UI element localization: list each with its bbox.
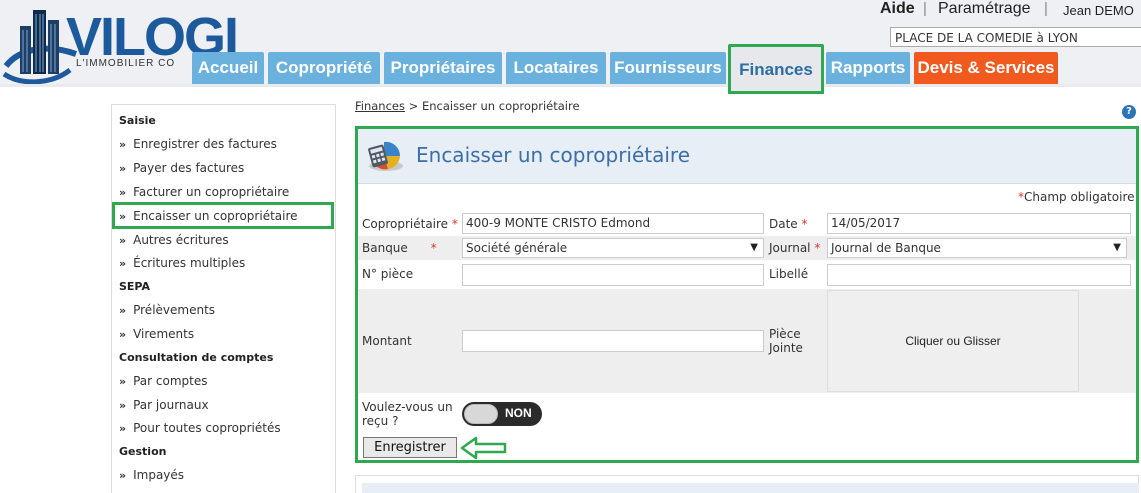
sidebar-section-saisie: Saisie	[119, 114, 156, 127]
sidebar-section-gestion: Gestion	[119, 445, 167, 458]
sidebar-item-encaisser-coproprietaire[interactable]: » Encaisser un copropriétaire	[119, 209, 298, 223]
toplink-separator: |	[1044, 0, 1048, 17]
tab-fournisseurs[interactable]: Fournisseurs	[610, 52, 726, 84]
chevron-right-icon: »	[119, 162, 127, 175]
breadcrumb-link-finances[interactable]: Finances	[355, 99, 405, 113]
sidebar-item-payer-factures[interactable]: » Payer des factures	[119, 161, 244, 175]
secondary-panel-header	[362, 483, 1139, 493]
sidebar-item-enregistrer-factures[interactable]: » Enregistrer des factures	[119, 137, 277, 151]
chevron-right-icon: »	[119, 210, 127, 223]
chevron-right-icon: »	[119, 234, 127, 247]
sidebar-item-autres-ecritures[interactable]: » Autres écritures	[119, 233, 229, 247]
help-link[interactable]: Aide	[880, 0, 915, 18]
sidebar-item-prelevements[interactable]: » Prélèvements	[119, 303, 215, 317]
sidebar-section-sepa: SEPA	[119, 280, 151, 293]
chevron-right-icon: »	[119, 375, 127, 388]
tab-rapports[interactable]: Rapports	[826, 52, 910, 84]
tab-copropriete[interactable]: Copropriété	[268, 52, 380, 84]
chevron-right-icon: »	[119, 399, 127, 412]
sidebar-section-consultation: Consultation de comptes	[119, 351, 274, 364]
chevron-right-icon: »	[119, 186, 127, 199]
sidebar-item-par-journaux[interactable]: » Par journaux	[119, 398, 209, 412]
header-divider	[0, 84, 1141, 87]
sidebar-item-par-comptes[interactable]: » Par comptes	[119, 374, 208, 388]
sidebar-item-facturer-coproprietaire[interactable]: » Facturer un copropriétaire	[119, 185, 289, 199]
chevron-right-icon: »	[119, 138, 127, 151]
sidebar-item-toutes-coproprietes[interactable]: » Pour toutes copropriétés	[119, 421, 281, 435]
tab-locataires[interactable]: Locataires	[506, 52, 606, 84]
user-name[interactable]: Jean DEMO	[1063, 2, 1134, 20]
tab-devis-services[interactable]: Devis & Services	[914, 52, 1058, 84]
breadcrumb-separator: >	[405, 99, 422, 113]
breadcrumb: Finances > Encaisser un copropriétaire	[355, 99, 580, 113]
tab-finances[interactable]: Finances	[728, 44, 824, 94]
chevron-right-icon: »	[119, 257, 127, 270]
chevron-right-icon: »	[119, 469, 127, 482]
breadcrumb-current: Encaisser un copropriétaire	[421, 99, 580, 113]
tab-accueil[interactable]: Accueil	[192, 52, 264, 84]
sidebar-item-impayes[interactable]: » Impayés	[119, 468, 184, 482]
chevron-right-icon: »	[119, 422, 127, 435]
form-panel-highlight	[355, 126, 1139, 463]
toplink-separator: |	[923, 0, 927, 17]
chevron-right-icon: »	[119, 304, 127, 317]
brand-tagline: L'IMMOBILIER CO	[76, 58, 176, 69]
sidebar-item-virements[interactable]: » Virements	[119, 327, 194, 341]
help-icon[interactable]: ?	[1122, 105, 1136, 119]
chevron-right-icon: »	[119, 328, 127, 341]
sidebar-item-ecritures-multiples[interactable]: » Écritures multiples	[119, 256, 245, 270]
tab-proprietaires[interactable]: Propriétaires	[384, 52, 502, 84]
settings-link[interactable]: Paramétrage	[938, 0, 1031, 18]
location-select[interactable]: PLACE DE LA COMEDIE à LYON	[890, 27, 1141, 47]
